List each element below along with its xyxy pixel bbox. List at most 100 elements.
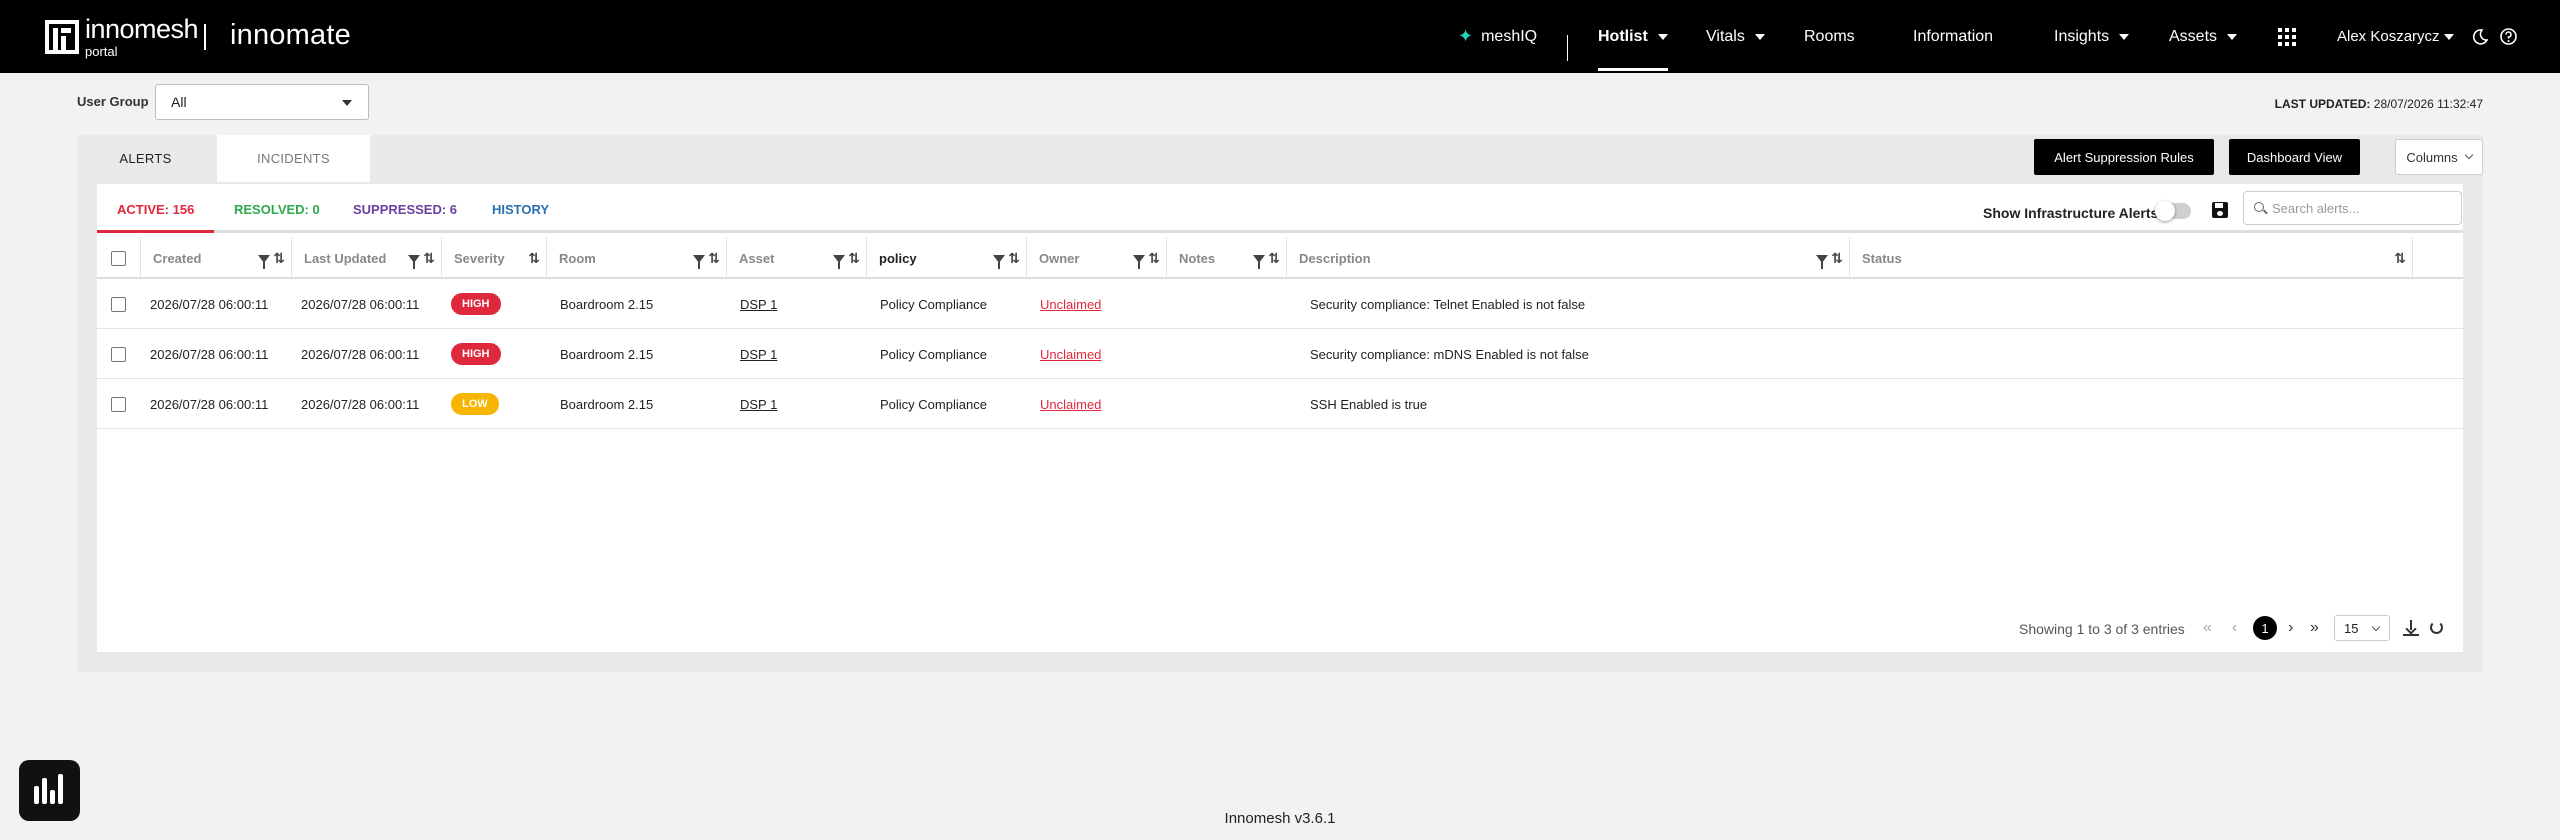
tab-alerts[interactable]: ALERTS	[77, 135, 214, 182]
logo-sub-text: portal	[85, 44, 118, 59]
sort-icon[interactable]: ⇅	[2394, 250, 2406, 267]
nav-insights[interactable]: Insights	[2054, 0, 2130, 73]
refresh-icon[interactable]	[2430, 621, 2443, 634]
nav-hotlist[interactable]: Hotlist	[1598, 0, 1668, 73]
last-page-icon[interactable]: »	[2310, 619, 2319, 637]
nav-rooms-label: Rooms	[1804, 27, 1855, 45]
row-checkbox[interactable]	[111, 396, 126, 412]
filter-icon[interactable]	[1133, 254, 1146, 269]
asset-link[interactable]: DSP 1	[740, 297, 777, 312]
filter-icon[interactable]	[993, 254, 1006, 269]
toggle-knob	[2155, 201, 2175, 221]
user-group-select[interactable]: All	[155, 84, 369, 120]
sort-icon[interactable]: ⇅	[423, 250, 435, 267]
innomesh-logo[interactable]: innomesh portal	[45, 16, 199, 59]
column-header-asset[interactable]: Asset ⇅	[727, 237, 867, 279]
stat-suppressed[interactable]: SUPPRESSED: 6	[353, 202, 457, 217]
search-alerts-field[interactable]	[2243, 191, 2462, 225]
nav-meshiq[interactable]: ✦ meshIQ	[1458, 0, 1537, 73]
bar-chart-icon	[34, 786, 39, 804]
column-header-room[interactable]: Room ⇅	[547, 237, 727, 279]
column-label: Last Updated	[304, 250, 387, 266]
bar-chart-icon	[58, 774, 63, 804]
filter-icon[interactable]	[258, 254, 271, 269]
column-label: Severity	[454, 250, 505, 266]
logo-divider	[204, 24, 206, 50]
alert-suppression-rules-button[interactable]: Alert Suppression Rules	[2034, 139, 2214, 175]
nav-assets[interactable]: Assets	[2169, 0, 2238, 73]
sort-icon[interactable]: ⇅	[848, 250, 860, 267]
column-header-status[interactable]: Status ⇅	[1850, 237, 2413, 279]
sort-icon[interactable]: ⇅	[1148, 250, 1160, 267]
filter-icon[interactable]	[408, 254, 421, 269]
filter-icon[interactable]	[693, 254, 706, 269]
search-alerts-input[interactable]	[2272, 201, 2452, 216]
infrastructure-alerts-toggle[interactable]	[2155, 201, 2191, 221]
row-checkbox[interactable]	[111, 346, 126, 362]
sort-icon[interactable]: ⇅	[1831, 250, 1843, 267]
table-row[interactable]: 2026/07/28 06:00:11 2026/07/28 06:00:11 …	[97, 329, 2463, 379]
save-icon[interactable]	[2212, 202, 2228, 218]
nav-assets-label: Assets	[2169, 27, 2218, 45]
table-row[interactable]: 2026/07/28 06:00:11 2026/07/28 06:00:11 …	[97, 279, 2463, 329]
column-header-last-updated[interactable]: Last Updated ⇅	[292, 237, 442, 279]
help-button[interactable]	[2500, 0, 2517, 73]
nav-information[interactable]: Information	[1913, 0, 1993, 73]
column-header-owner[interactable]: Owner ⇅	[1027, 237, 1167, 279]
next-page-icon[interactable]: ›	[2288, 619, 2293, 637]
tab-incidents[interactable]: INCIDENTS	[217, 135, 370, 182]
cell-room: Boardroom 2.15	[560, 396, 654, 412]
sort-icon[interactable]: ⇅	[1268, 250, 1280, 267]
cell-description: Security compliance: Telnet Enabled is n…	[1310, 296, 1586, 312]
version-footer: Innomesh v3.6.1	[1224, 810, 1336, 827]
filter-icon[interactable]	[833, 254, 846, 269]
column-header-notes[interactable]: Notes ⇅	[1167, 237, 1287, 279]
page-number-current[interactable]: 1	[2253, 616, 2277, 640]
asset-link[interactable]: DSP 1	[740, 397, 777, 412]
filter-icon[interactable]	[1816, 254, 1829, 269]
owner-link[interactable]: Unclaimed	[1040, 347, 1101, 362]
stat-history[interactable]: HISTORY	[492, 202, 549, 217]
sort-icon[interactable]: ⇅	[708, 250, 720, 267]
filter-icon[interactable]	[1253, 254, 1266, 269]
prev-page-icon[interactable]: ‹	[2232, 619, 2237, 637]
columns-button[interactable]: Columns	[2395, 139, 2483, 175]
sort-icon[interactable]: ⇅	[528, 250, 540, 267]
last-updated-value: 28/07/2026 11:32:47	[2373, 97, 2483, 111]
row-select-cell	[111, 279, 126, 329]
column-label: Asset	[739, 250, 775, 266]
download-icon-base	[2403, 634, 2419, 636]
owner-link[interactable]: Unclaimed	[1040, 297, 1101, 312]
row-checkbox[interactable]	[111, 296, 126, 312]
per-page-select[interactable]: 15	[2334, 615, 2390, 641]
sort-icon[interactable]: ⇅	[1008, 250, 1020, 267]
sort-icon[interactable]: ⇅	[273, 250, 285, 267]
grid-icon	[2278, 27, 2296, 46]
user-menu[interactable]: Alex Koszarycz	[2337, 0, 2454, 73]
select-all-checkbox[interactable]	[111, 250, 126, 266]
severity-badge: HIGH	[451, 293, 501, 315]
asset-link[interactable]: DSP 1	[740, 347, 777, 362]
stat-resolved[interactable]: RESOLVED: 0	[234, 202, 320, 217]
column-header-created[interactable]: Created ⇅	[141, 237, 292, 279]
dark-mode-toggle[interactable]	[2472, 0, 2488, 73]
last-updated: LAST UPDATED: 28/07/2026 11:32:47	[2275, 97, 2483, 111]
owner-link[interactable]: Unclaimed	[1040, 397, 1101, 412]
nav-rooms[interactable]: Rooms	[1804, 0, 1855, 73]
dashboard-view-button[interactable]: Dashboard View	[2229, 139, 2360, 175]
cell-asset: DSP 1	[740, 329, 777, 379]
column-label: Room	[559, 250, 596, 266]
column-label: Owner	[1039, 250, 1080, 266]
table-row[interactable]: 2026/07/28 06:00:11 2026/07/28 06:00:11 …	[97, 379, 2463, 429]
show-infrastructure-alerts-label: Show Infrastructure Alerts	[1983, 205, 2159, 221]
stat-active[interactable]: ACTIVE: 156	[117, 202, 194, 217]
nav-vitals[interactable]: Vitals	[1706, 0, 1765, 73]
column-header-severity[interactable]: Severity ⇅	[442, 237, 547, 279]
cell-severity: HIGH	[451, 329, 501, 379]
column-header-policy[interactable]: policy ⇅	[867, 237, 1027, 279]
cell-last-updated: 2026/07/28 06:00:11	[301, 346, 420, 362]
first-page-icon[interactable]: «	[2203, 619, 2212, 637]
cell-owner: Unclaimed	[1040, 379, 1101, 429]
apps-grid-button[interactable]	[2278, 0, 2296, 73]
column-header-description[interactable]: Description ⇅	[1287, 237, 1850, 279]
